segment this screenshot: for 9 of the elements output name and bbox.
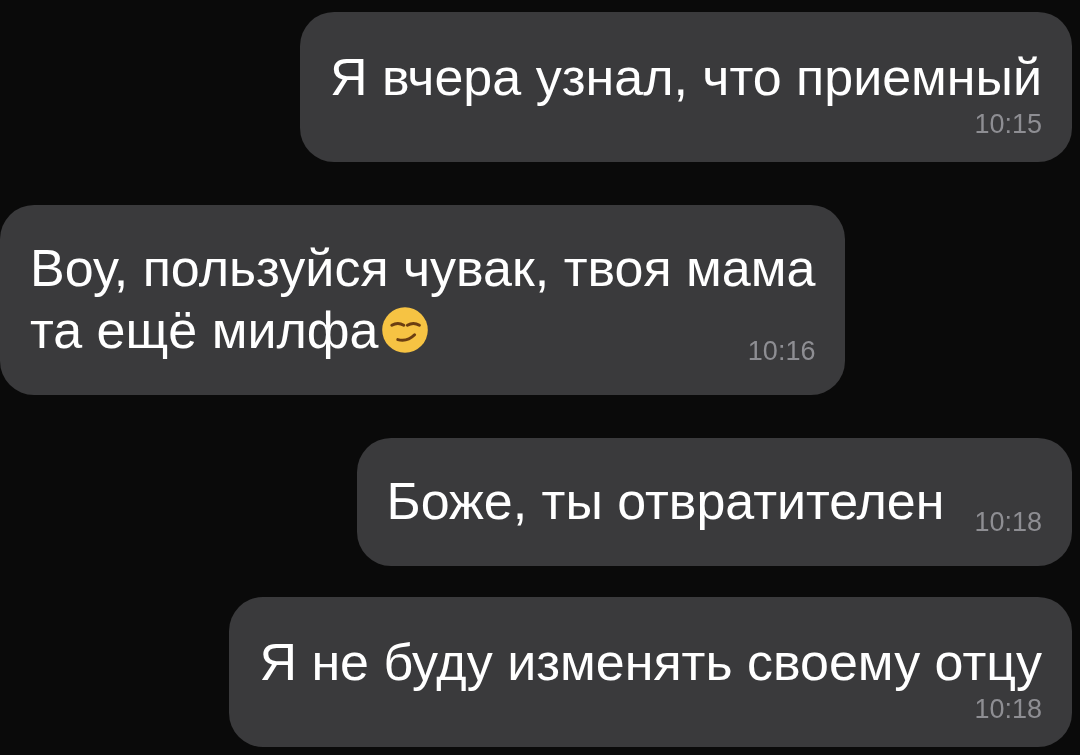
message-text: та ещё милфа — [30, 300, 379, 361]
message-text: Я не буду изменять своему отцу — [259, 632, 1042, 693]
message-text: Воу, пользуйся чувак, твоя мама — [30, 238, 816, 299]
message-time: 10:15 — [974, 108, 1042, 140]
message-time: 10:18 — [973, 506, 1042, 538]
message-text: Боже, ты отвратителен — [386, 471, 945, 532]
message-text: Я вчера узнал, что приемный — [330, 47, 1042, 108]
message-time: 10:18 — [974, 693, 1042, 725]
message-time: 10:16 — [746, 335, 816, 367]
